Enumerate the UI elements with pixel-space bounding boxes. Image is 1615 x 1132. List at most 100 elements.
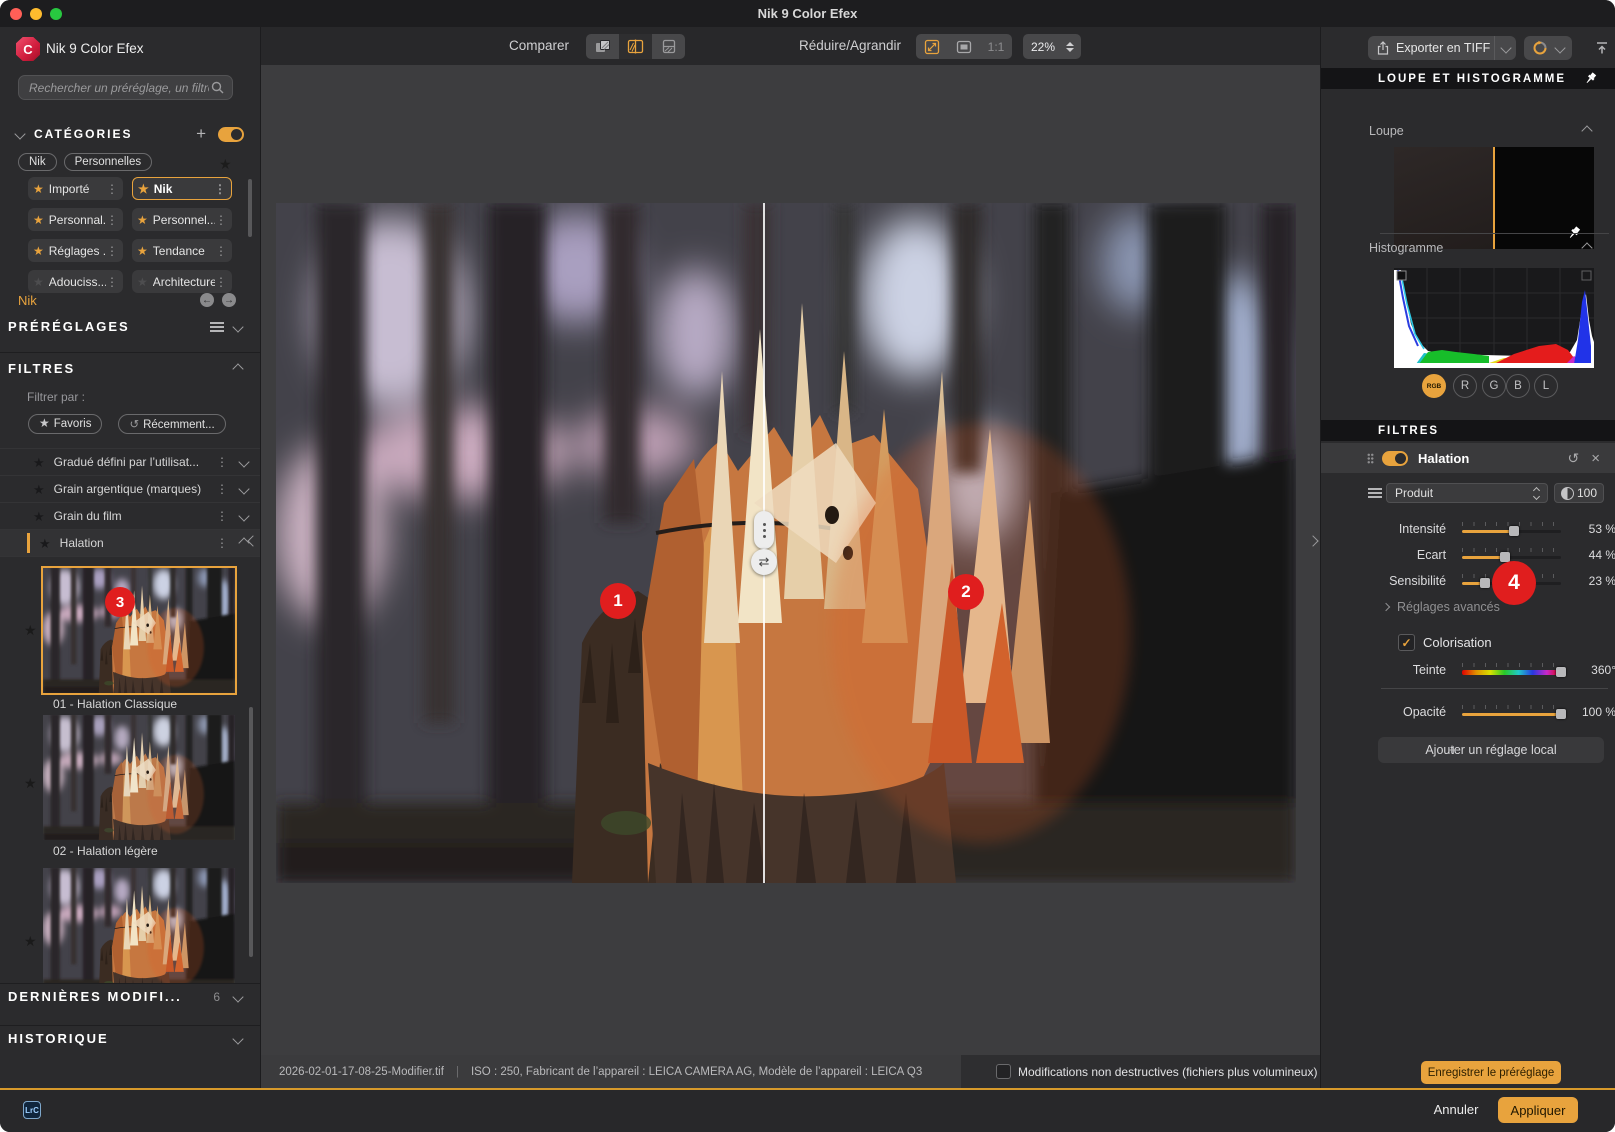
star-icon[interactable]: ★ [33, 276, 44, 288]
categories-toggle[interactable] [218, 127, 244, 142]
split-swap-icon[interactable]: ⇄ [751, 549, 777, 575]
category-nik[interactable]: ★Nik⋮ [132, 177, 232, 200]
preset-thumbnail-2[interactable] [43, 715, 235, 840]
star-icon[interactable]: ★ [33, 483, 45, 496]
filter-group-grain-argentique[interactable]: ★Grain argentique (marques)⋮ [0, 475, 260, 502]
photo[interactable]: ⇄ 1 2 [276, 203, 1296, 883]
pager-next-icon[interactable]: → [222, 293, 236, 307]
star-icon[interactable]: ★ [137, 214, 148, 226]
chip-recemment[interactable]: ↺Récemment... [118, 414, 225, 434]
category-importe[interactable]: ★Importé⋮ [28, 177, 123, 200]
history-header-row[interactable]: HISTORIQUE [0, 1031, 260, 1046]
nondestructive-checkbox[interactable] [996, 1064, 1011, 1079]
preset-thumbnail-1[interactable] [43, 568, 235, 693]
slider-thumb[interactable] [1556, 709, 1566, 719]
channel-b-button[interactable]: B [1506, 374, 1530, 398]
add-local-adjustment-button[interactable]: + Ajouter un réglage local [1378, 737, 1604, 763]
category-tendance[interactable]: ★Tendance⋮ [132, 239, 232, 262]
star-icon[interactable]: ★ [33, 456, 45, 469]
intensity-slider[interactable] [1462, 522, 1561, 536]
star-icon[interactable]: ★ [137, 276, 148, 288]
more-options-icon[interactable]: ⋮ [215, 245, 227, 257]
more-options-icon[interactable]: ⋮ [215, 214, 227, 226]
search-input[interactable] [27, 80, 211, 96]
zoom-level-control[interactable]: 22% [1023, 34, 1081, 59]
more-options-icon[interactable]: ⋮ [216, 483, 228, 495]
chevron-down-icon[interactable] [238, 483, 249, 494]
blend-mode-select[interactable]: Produit [1386, 483, 1548, 503]
slider-thumb[interactable] [1509, 526, 1519, 536]
opacity-slider[interactable] [1462, 705, 1561, 719]
lightroom-badge[interactable]: LrC [23, 1101, 41, 1119]
slider-thumb[interactable] [1556, 667, 1566, 677]
category-architecture[interactable]: ★Architecture⋮ [132, 270, 232, 293]
channel-r-button[interactable]: R [1453, 374, 1477, 398]
pager-prev-icon[interactable]: ← [200, 293, 214, 307]
more-options-icon[interactable]: ⋮ [216, 456, 228, 468]
remove-filter-icon[interactable]: × [1591, 450, 1600, 467]
star-icon[interactable]: ★ [33, 183, 44, 195]
reset-icon[interactable]: ↺ [1568, 450, 1580, 467]
tag-personnelles[interactable]: Personnelles [64, 153, 152, 171]
category-adouciss[interactable]: ★Adouciss...⋮ [28, 270, 123, 293]
advanced-settings-row[interactable]: Réglages avancés [1383, 600, 1500, 614]
more-options-icon[interactable]: ⋮ [216, 537, 228, 549]
more-options-icon[interactable]: ⋮ [106, 276, 118, 288]
more-options-icon[interactable]: ⋮ [214, 183, 226, 195]
preset-thumbnail-3[interactable] [43, 868, 235, 983]
halation-enable-toggle[interactable] [1382, 451, 1408, 466]
channel-l-button[interactable]: L [1534, 374, 1558, 398]
more-options-icon[interactable]: ⋮ [215, 276, 227, 288]
star-icon[interactable]: ★ [39, 537, 51, 550]
export-options[interactable] [1494, 36, 1510, 60]
filter-group-grain-film[interactable]: ★Grain du film⋮ [0, 502, 260, 529]
zoom-stepper[interactable] [1063, 42, 1077, 52]
chevron-down-icon[interactable] [238, 510, 249, 521]
halation-filter-row[interactable]: Halation ↺ × [1321, 443, 1615, 473]
fit-to-screen-icon[interactable] [916, 34, 948, 59]
teinte-slider[interactable] [1462, 663, 1561, 677]
filters-header-row[interactable]: FILTRES [0, 361, 260, 376]
export-button[interactable]: Exporter en TIFF [1368, 36, 1516, 60]
presets-header-row[interactable]: PRÉRÉGLAGES [0, 319, 260, 334]
chevron-down-icon[interactable] [232, 1033, 243, 1044]
more-options-icon[interactable]: ⋮ [106, 183, 118, 195]
category-personnel[interactable]: ★Personnel...⋮ [132, 208, 232, 231]
sync-button[interactable] [1524, 36, 1572, 60]
compare-stack-icon[interactable] [652, 34, 685, 59]
chevron-down-icon[interactable] [232, 991, 243, 1002]
search-box[interactable] [18, 75, 233, 100]
pin-icon[interactable] [1583, 71, 1598, 86]
image-canvas[interactable]: ⇄ 1 2 [261, 65, 1320, 1055]
category-personnal[interactable]: ★Personnal...⋮ [28, 208, 123, 231]
list-view-icon[interactable] [210, 322, 224, 332]
filter-group-halation[interactable]: ★Halation⋮ [0, 529, 260, 557]
tag-nik[interactable]: Nik [18, 153, 57, 171]
chevron-up-icon[interactable] [232, 363, 243, 374]
cancel-button[interactable]: Annuler [1416, 1102, 1496, 1117]
star-icon[interactable]: ★ [33, 245, 44, 257]
more-options-icon[interactable]: ⋮ [106, 245, 118, 257]
chevron-down-icon[interactable] [14, 128, 25, 139]
blend-list-icon[interactable] [1368, 488, 1382, 498]
chevron-down-icon[interactable] [238, 456, 249, 467]
ecart-slider[interactable] [1462, 548, 1561, 562]
last-edits-header-row[interactable]: DERNIÈRES MODIFI... 6 [0, 989, 260, 1004]
more-options-icon[interactable]: ⋮ [106, 214, 118, 226]
stepper-down-icon[interactable] [1066, 48, 1074, 52]
one-to-one-button[interactable]: 1:1 [980, 34, 1012, 59]
stepper-up-icon[interactable] [1066, 42, 1074, 46]
apply-button[interactable]: Appliquer [1498, 1097, 1578, 1123]
compare-split-icon[interactable] [619, 34, 652, 59]
loupe-collapse-icon[interactable] [1581, 125, 1592, 136]
preset-star-icon[interactable]: ★ [24, 934, 37, 948]
collapse-panel-icon[interactable] [1594, 40, 1610, 56]
star-icon[interactable]: ★ [33, 214, 44, 226]
save-preset-button[interactable]: Enregistrer le préréglage [1421, 1061, 1561, 1084]
slider-thumb[interactable] [1480, 578, 1490, 588]
presets-scrollbar[interactable] [249, 707, 253, 957]
tag-favorite-icon[interactable]: ★ [219, 157, 232, 171]
split-drag-handle[interactable] [754, 511, 774, 549]
add-category-icon[interactable]: + [196, 124, 208, 144]
colorization-checkbox[interactable]: ✓ [1398, 634, 1415, 651]
